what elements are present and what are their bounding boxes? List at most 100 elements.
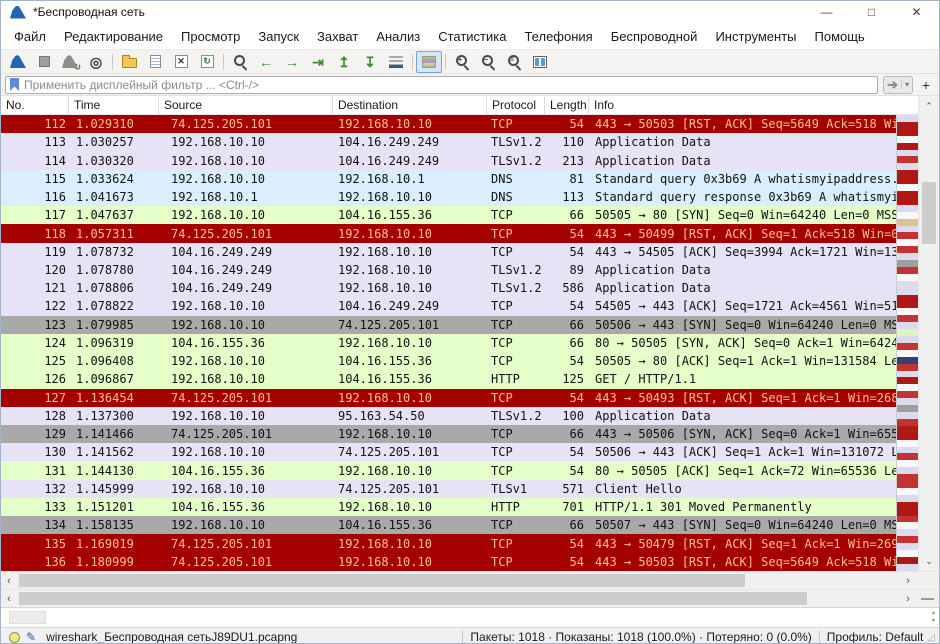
packet-row-130[interactable]: 1301.141562192.168.10.1074.125.205.101TC… [1, 443, 896, 461]
maximize-button[interactable]: □ [849, 1, 894, 23]
menu-item-1[interactable]: Редактирование [55, 25, 172, 48]
display-filter-field[interactable] [5, 76, 878, 94]
horizontal-scrollbar-track[interactable] [17, 572, 900, 589]
horizontal-scrollbar-details[interactable]: ‹ › [1, 589, 939, 607]
vertical-scrollbar-thumb[interactable] [922, 182, 936, 244]
zoom-reset-button[interactable]: = [501, 51, 527, 73]
menu-item-5[interactable]: Анализ [367, 25, 429, 48]
packet-row-119[interactable]: 1191.078732104.16.249.249192.168.10.10TC… [1, 243, 896, 261]
add-filter-button[interactable]: + [917, 76, 935, 94]
minimap-stripe-65 [897, 564, 918, 571]
menu-item-7[interactable]: Телефония [515, 25, 601, 48]
packet-row-113[interactable]: 1131.030257192.168.10.10104.16.249.249TL… [1, 133, 896, 151]
packet-row-118[interactable]: 1181.05731174.125.205.101192.168.10.10TC… [1, 224, 896, 242]
intelligent-scrollbar-minimap[interactable] [896, 115, 918, 571]
pane-splitter[interactable] [916, 590, 939, 607]
menu-item-0[interactable]: Файл [5, 25, 55, 48]
zoom-in-button[interactable]: + [449, 51, 475, 73]
go-first-button[interactable]: ↥ [331, 51, 357, 73]
cell-len: 66 [545, 208, 589, 222]
apply-filter-button[interactable]: ➔ ▾ [883, 76, 913, 94]
menu-item-4[interactable]: Захват [308, 25, 367, 48]
packet-row-127[interactable]: 1271.13645474.125.205.101192.168.10.10TC… [1, 389, 896, 407]
capture-comment-icon[interactable]: ✎ [26, 630, 36, 644]
packet-row-117[interactable]: 1171.047637192.168.10.10104.16.155.36TCP… [1, 206, 896, 224]
packet-row-120[interactable]: 1201.078780104.16.249.249192.168.10.10TL… [1, 261, 896, 279]
packet-row-128[interactable]: 1281.137300192.168.10.1095.163.54.50TLSv… [1, 407, 896, 425]
display-filter-input[interactable] [24, 78, 873, 92]
scroll-right-arrow-icon[interactable]: › [900, 575, 916, 587]
open-file-button[interactable] [116, 51, 142, 73]
resize-grip-icon[interactable]: ◿ [927, 632, 935, 643]
colorize-button[interactable] [416, 51, 442, 73]
column-header-len[interactable]: Length [545, 96, 589, 114]
column-header-no[interactable]: No. [1, 96, 69, 114]
scroll-left-arrow-icon[interactable]: ‹ [1, 575, 17, 587]
go-to-packet-button[interactable]: ⇥ [305, 51, 331, 73]
scroll-right-arrow-icon[interactable]: › [900, 593, 916, 605]
packet-row-136[interactable]: 1361.18099974.125.205.101192.168.10.10TC… [1, 553, 896, 571]
go-last-button[interactable]: ↧ [357, 51, 383, 73]
packet-row-135[interactable]: 1351.16901974.125.205.101192.168.10.10TC… [1, 534, 896, 552]
horizontal-scrollbar-thumb[interactable] [19, 574, 745, 587]
capture-options-button[interactable]: ◎ [83, 51, 109, 73]
capture-options-icon: ◎ [90, 55, 102, 69]
packet-row-115[interactable]: 1151.033624192.168.10.10192.168.10.1DNS8… [1, 170, 896, 188]
cell-no: 131 [1, 464, 69, 478]
zoom-out-button[interactable]: − [475, 51, 501, 73]
scroll-down-arrow-icon[interactable]: ⌄ [919, 553, 939, 569]
scroll-left-arrow-icon[interactable]: ‹ [1, 593, 17, 605]
menu-item-2[interactable]: Просмотр [172, 25, 249, 48]
menu-item-8[interactable]: Беспроводной [602, 25, 707, 48]
cell-info: Application Data [589, 154, 896, 168]
pane-spinner-icon[interactable]: ▴▾ [932, 609, 935, 625]
splitter-handle-icon[interactable] [921, 598, 934, 600]
packet-row-125[interactable]: 1251.096408192.168.10.10104.16.155.36TCP… [1, 352, 896, 370]
menu-item-3[interactable]: Запуск [249, 25, 308, 48]
reload-file-button[interactable]: ↻ [194, 51, 220, 73]
column-header-info[interactable]: Info [589, 96, 918, 114]
minimap-stripe-63 [897, 550, 918, 557]
scroll-up-arrow-icon[interactable]: ⌃ [919, 98, 939, 114]
horizontal-scrollbar-track[interactable] [17, 590, 900, 607]
minimize-button[interactable]: — [804, 1, 849, 23]
horizontal-scrollbar-thumb[interactable] [19, 592, 807, 605]
close-button[interactable]: ✕ [894, 1, 939, 23]
find-packet-button[interactable] [227, 51, 253, 73]
packet-row-131[interactable]: 1311.144130104.16.155.36192.168.10.10TCP… [1, 461, 896, 479]
profile-selector[interactable]: Профиль: Default [827, 630, 924, 644]
auto-scroll-button[interactable] [383, 51, 409, 73]
close-file-button[interactable]: ✕ [168, 51, 194, 73]
save-file-button[interactable] [142, 51, 168, 73]
packet-row-123[interactable]: 1231.079985192.168.10.1074.125.205.101TC… [1, 316, 896, 334]
column-header-src[interactable]: Source [159, 96, 333, 114]
packet-row-116[interactable]: 1161.041673192.168.10.1192.168.10.10DNS1… [1, 188, 896, 206]
filter-history-caret-icon[interactable]: ▾ [901, 80, 909, 89]
column-header-dst[interactable]: Destination [333, 96, 487, 114]
packet-row-129[interactable]: 1291.14146674.125.205.101192.168.10.10TC… [1, 425, 896, 443]
go-forward-button[interactable]: → [279, 51, 305, 73]
packet-row-121[interactable]: 1211.078806104.16.249.249192.168.10.10TL… [1, 279, 896, 297]
horizontal-scrollbar-list[interactable]: ‹ › [1, 571, 939, 589]
packet-row-126[interactable]: 1261.096867192.168.10.10104.16.155.36HTT… [1, 370, 896, 388]
stop-capture-button[interactable] [31, 51, 57, 73]
packet-row-122[interactable]: 1221.078822192.168.10.10104.16.249.249TC… [1, 297, 896, 315]
column-header-time[interactable]: Time [69, 96, 159, 114]
go-back-button[interactable]: ← [253, 51, 279, 73]
menu-item-10[interactable]: Помощь [806, 25, 874, 48]
column-header-proto[interactable]: Protocol [487, 96, 545, 114]
menu-item-9[interactable]: Инструменты [706, 25, 805, 48]
filter-bookmark-icon[interactable] [10, 78, 19, 91]
packet-row-132[interactable]: 1321.145999192.168.10.1074.125.205.101TL… [1, 480, 896, 498]
packet-row-124[interactable]: 1241.096319104.16.155.36192.168.10.10TCP… [1, 334, 896, 352]
packet-row-134[interactable]: 1341.158135192.168.10.10104.16.155.36TCP… [1, 516, 896, 534]
expert-info-icon[interactable] [9, 632, 20, 643]
resize-columns-button[interactable] [527, 51, 553, 73]
start-capture-button[interactable] [5, 51, 31, 73]
packet-row-112[interactable]: 1121.02931074.125.205.101192.168.10.10TC… [1, 115, 896, 133]
menu-item-6[interactable]: Статистика [429, 25, 515, 48]
vertical-scrollbar[interactable]: ⌃ ⌄ [918, 96, 939, 571]
restart-capture-button[interactable]: ↻ [57, 51, 83, 73]
packet-row-114[interactable]: 1141.030320192.168.10.10104.16.249.249TL… [1, 151, 896, 169]
packet-row-133[interactable]: 1331.151201104.16.155.36192.168.10.10HTT… [1, 498, 896, 516]
